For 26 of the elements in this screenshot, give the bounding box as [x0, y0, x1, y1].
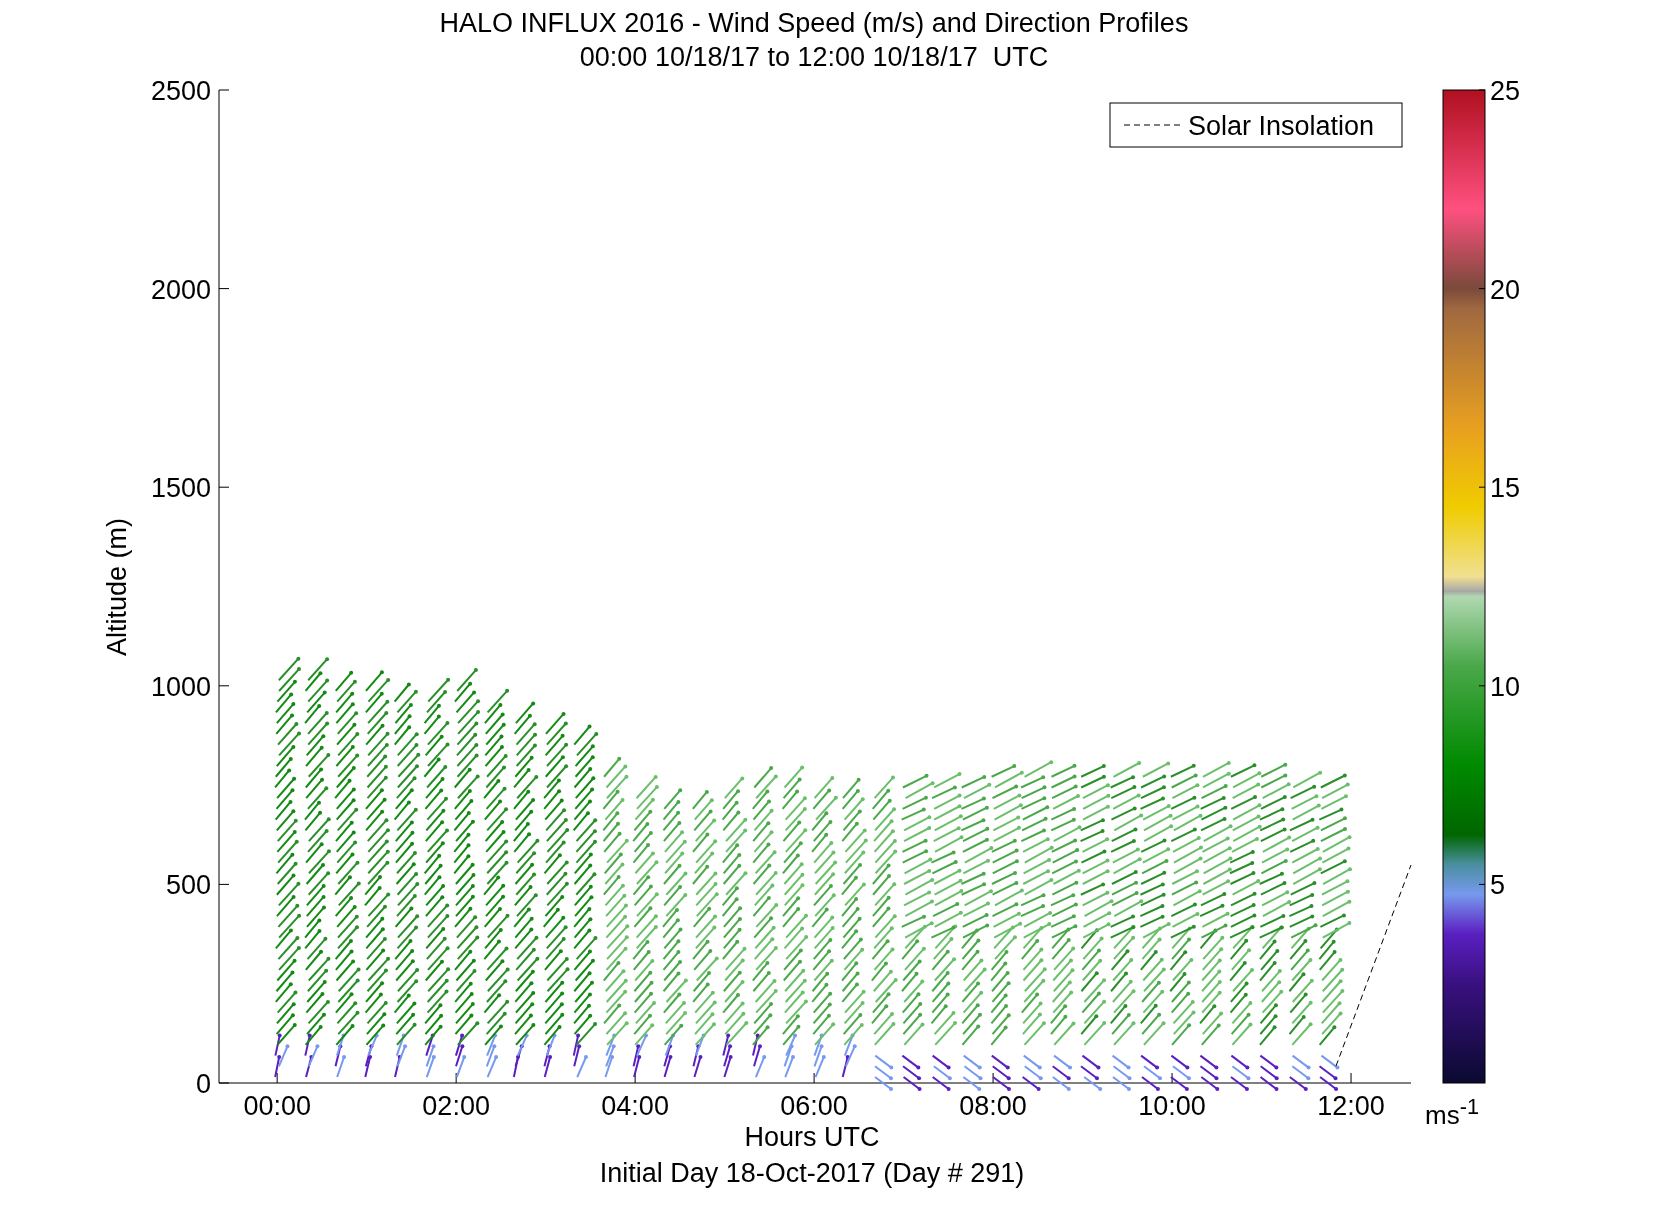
x-axis-label: Hours UTC [744, 1122, 880, 1152]
chart-caption: Initial Day 18-Oct-2017 (Day # 291) [599, 1158, 1025, 1188]
x-tick-label: 08:00 [959, 1091, 1027, 1121]
colorbar-tick-label: 5 [1490, 870, 1506, 901]
y-axis-label: Altitude (m) [102, 518, 132, 656]
y-tick-label: 1500 [150, 473, 211, 504]
colorbar-tick-label: 10 [1490, 671, 1521, 702]
y-tick-label: 0 [195, 1069, 211, 1099]
x-tick-label: 00:00 [243, 1091, 311, 1121]
colorbar-tick-label: 25 [1490, 76, 1521, 106]
y-tick-label: 500 [165, 870, 211, 901]
y-tick-label: 1000 [150, 671, 211, 702]
x-tick-label: 06:00 [780, 1091, 848, 1121]
colorbar-unit: ms$^{-1}$ [1425, 1094, 1479, 1131]
chart-subtitle: 00:00 10/18/17 to 12:00 10/18/17 UTC [579, 42, 1049, 72]
colorbar-tick-label: 20 [1490, 274, 1521, 305]
x-tick-label: 02:00 [422, 1091, 490, 1121]
chart-title: HALO INFLUX 2016 - Wind Speed (m/s) and Direction Profiles [439, 8, 1189, 38]
colorbar-tick-label: 15 [1490, 473, 1521, 504]
y-tick-label: 2000 [150, 274, 211, 305]
legend-label: Solar Insolation [1188, 111, 1375, 141]
legend-dashed-line [1123, 124, 1181, 126]
x-tick-label: 12:00 [1317, 1091, 1385, 1121]
x-tick-label: 04:00 [601, 1091, 669, 1121]
y-tick-label: 2500 [150, 76, 211, 106]
x-tick-label: 10:00 [1138, 1091, 1206, 1121]
